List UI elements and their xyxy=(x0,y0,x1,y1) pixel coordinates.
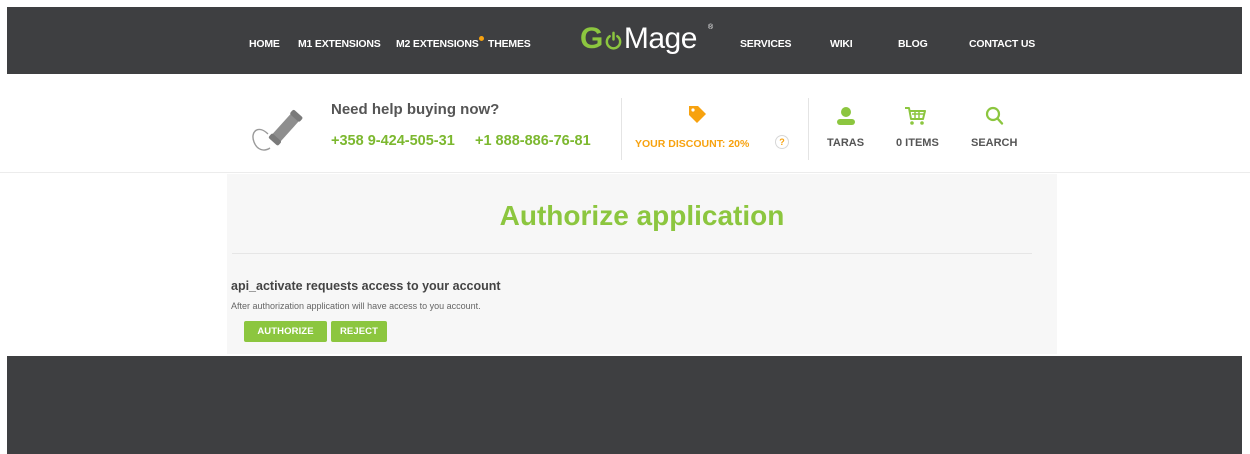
gomage-logo[interactable]: G Mage ® xyxy=(580,22,713,58)
nav-wiki[interactable]: WIKI xyxy=(830,38,853,50)
authorize-panel: Authorize application api_activate reque… xyxy=(227,174,1057,354)
help-bar: Need help buying now? +358 9-424-505-31 … xyxy=(0,74,1250,173)
power-icon xyxy=(605,31,622,50)
nav-m2-extensions[interactable]: M2 EXTENSIONS xyxy=(396,38,479,50)
nav-services[interactable]: SERVICES xyxy=(740,38,792,50)
reject-button[interactable]: REJECT xyxy=(331,321,387,342)
divider xyxy=(621,98,622,160)
discount-label: YOUR DISCOUNT: 20% xyxy=(635,138,750,150)
discount-help-icon[interactable]: ? xyxy=(775,135,789,149)
nav-themes[interactable]: THEMES xyxy=(488,38,531,50)
divider xyxy=(232,253,1032,254)
account-user[interactable]: TARAS xyxy=(827,137,864,149)
nav-contact-us[interactable]: CONTACT US xyxy=(969,38,1035,50)
page-title: Authorize application xyxy=(499,200,785,231)
access-request-description: After authorization application will hav… xyxy=(231,301,481,311)
user-icon[interactable] xyxy=(835,106,857,126)
divider xyxy=(808,98,809,160)
phone-handset-icon xyxy=(252,110,303,151)
logo-text-mage: Mage xyxy=(623,22,698,55)
search-link[interactable]: SEARCH xyxy=(971,137,1017,149)
help-title: Need help buying now? xyxy=(331,101,500,118)
registered-mark: ® xyxy=(708,24,714,31)
search-icon[interactable] xyxy=(984,106,1006,126)
authorize-button[interactable]: AUTHORIZE xyxy=(244,321,327,342)
price-tag-icon xyxy=(689,106,706,123)
access-request-heading: api_activate requests access to your acc… xyxy=(231,279,501,293)
logo-letter-g: G xyxy=(580,22,603,55)
cart-icon[interactable] xyxy=(904,106,926,126)
footer xyxy=(7,356,1242,454)
nav-blog[interactable]: BLOG xyxy=(898,38,928,50)
cart-items[interactable]: 0 ITEMS xyxy=(896,137,939,149)
new-badge-dot xyxy=(479,36,484,41)
top-navigation: HOME M1 EXTENSIONS M2 EXTENSIONS THEMES … xyxy=(7,7,1242,74)
nav-home[interactable]: HOME xyxy=(249,38,280,50)
phone-number-fi[interactable]: +358 9-424-505-31 xyxy=(331,133,455,149)
phone-number-us[interactable]: +1 888-886-76-81 xyxy=(475,133,591,149)
nav-m1-extensions[interactable]: M1 EXTENSIONS xyxy=(298,38,381,50)
